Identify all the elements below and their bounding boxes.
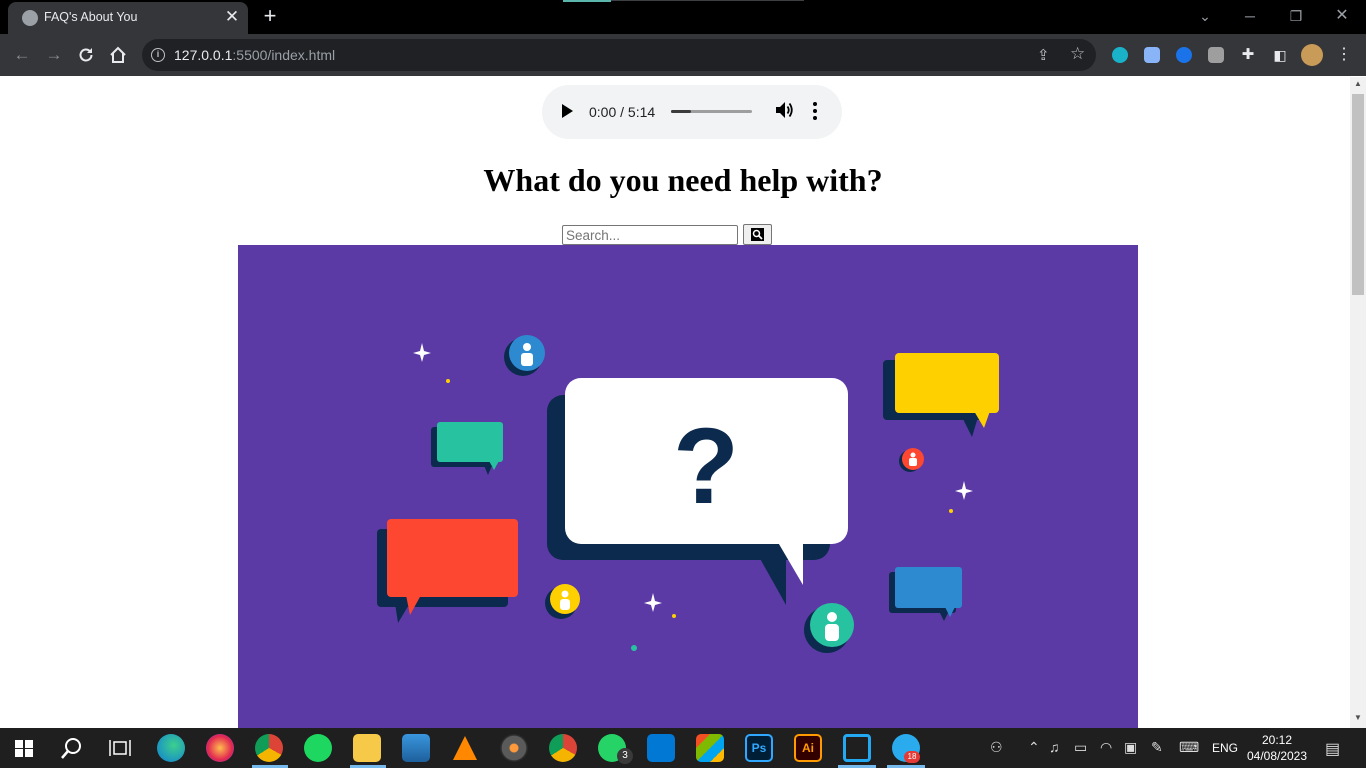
minimize-icon[interactable]: ─ [1238,4,1262,28]
windows-taskbar: 3 Ps Ai 18 ⚇ ⌃ ♫ ▭ ◠ ▣ ✎ ⌨ ENG 20:12 04/… [0,728,1366,768]
vlc-icon[interactable] [453,736,477,760]
bookmark-star-icon[interactable]: ☆ [1070,44,1085,64]
spotify-icon[interactable] [304,734,332,762]
scrollbar-thumb[interactable] [1352,94,1364,295]
audio-progress-fill [671,110,692,113]
show-hidden-icons-chevron-icon[interactable]: ⌃ [1028,739,1040,756]
search-icon [751,228,764,241]
red-speech-bubble [377,519,518,623]
globe-icon [22,10,38,26]
reload-icon[interactable] [73,42,99,68]
photos-icon[interactable] [402,734,430,762]
tab-loading-indicator [563,0,611,2]
battery-icon[interactable]: ▭ [1074,739,1087,756]
address-bar[interactable]: i 127.0.0.1:5500/index.html ⇪ ☆ [142,39,1096,71]
search-button[interactable] [743,224,772,245]
browser-toolbar: ← → i 127.0.0.1:5500/index.html ⇪ ☆ ✚ ◧ … [0,34,1366,76]
url-host: 127.0.0.1 [174,47,233,63]
device-icon[interactable]: ▣ [1124,739,1137,756]
windows-start-icon[interactable] [15,740,33,757]
audio-player[interactable]: 0:00 / 5:14 [542,85,842,139]
forward-icon[interactable]: → [41,42,67,68]
blue-speech-bubble [889,567,962,621]
teal-avatar-icon [804,603,854,653]
whatsapp-badge: 3 [617,748,633,764]
tab-strip-line [611,0,804,1]
clock-date: 04/08/2023 [1246,749,1308,763]
audio-progress-bar[interactable] [671,110,752,113]
browser-tab-strip: FAQ's About You ✕ + ⌄ ─ ❐ ✕ [0,0,1366,34]
close-window-icon[interactable]: ✕ [1330,4,1354,28]
menu-kebab-icon[interactable]: ⋮ [1331,42,1357,68]
extensions-puzzle-icon[interactable]: ✚ [1235,42,1261,68]
search-taskbar-icon[interactable] [60,736,84,760]
mail-icon[interactable] [647,734,675,762]
keyboard-icon[interactable]: ⌨ [1179,739,1199,756]
new-tab-button[interactable]: + [258,5,282,29]
telegram-badge: 18 [904,751,920,763]
store-icon[interactable] [696,734,724,762]
page-viewport: 0:00 / 5:14 What do you need help with? [0,77,1350,728]
faq-hero-image: ? [238,245,1138,728]
extension-puzzle-blue-icon[interactable] [1144,47,1160,63]
pen-icon[interactable]: ✎ [1151,739,1163,756]
yellow-speech-bubble [883,353,999,437]
back-icon[interactable]: ← [9,42,35,68]
edge-icon[interactable] [157,734,185,762]
file-explorer-icon[interactable] [353,734,381,762]
yellow-avatar-icon [545,584,580,619]
media-player-icon[interactable] [500,734,528,762]
wifi-icon[interactable]: ◠ [1100,739,1112,756]
input-language[interactable]: ENG [1212,741,1238,755]
extension-m-icon[interactable] [1112,47,1128,63]
clock-time: 20:12 [1261,733,1293,747]
chrome-icon[interactable] [255,734,283,762]
tab-title: FAQ's About You [44,10,138,24]
notifications-icon[interactable]: ▤ [1325,739,1340,759]
tab-close-icon[interactable]: ✕ [222,7,242,27]
extension-grey-icon[interactable] [1208,47,1224,63]
site-info-icon[interactable]: i [151,48,165,62]
search-input[interactable] [562,225,738,245]
speaker-icon[interactable]: ♫ [1049,739,1060,755]
extension-shield-icon[interactable] [1176,47,1192,63]
audio-time: 0:00 / 5:14 [589,104,656,120]
people-icon[interactable]: ⚇ [990,739,1003,756]
page-heading: What do you need help with? [483,162,883,198]
tab-search-icon[interactable]: ⌄ [1193,4,1217,28]
scroll-up-arrow-icon[interactable]: ▲ [1351,79,1365,89]
illustrator-icon[interactable]: Ai [794,734,822,762]
central-question-bubble: ? [547,378,848,605]
faq-illustration: ? [377,335,999,653]
play-icon[interactable] [562,104,573,118]
volume-icon[interactable] [775,100,793,120]
profile-avatar[interactable] [1301,44,1323,66]
home-icon[interactable] [105,42,131,68]
side-panel-icon[interactable]: ◧ [1267,42,1293,68]
photoshop-icon[interactable]: Ps [745,734,773,762]
scroll-down-arrow-icon[interactable]: ▼ [1351,713,1365,723]
url-text: 127.0.0.1:5500/index.html [174,47,335,63]
question-mark: ? [673,405,739,526]
teal-speech-bubble [431,422,503,475]
task-view-icon[interactable] [109,738,131,758]
system-clock[interactable]: 20:12 04/08/2023 [1240,732,1314,764]
red-avatar-icon [899,448,924,472]
url-path: :5500/index.html [232,47,336,63]
firefox-icon[interactable] [206,734,234,762]
more-options-icon[interactable] [813,102,817,120]
blue-avatar-icon [504,335,545,376]
vscode-icon[interactable] [843,734,871,762]
chrome-profile-icon[interactable] [549,734,577,762]
browser-tab[interactable]: FAQ's About You ✕ [8,2,248,34]
restore-icon[interactable]: ❐ [1284,4,1308,28]
share-icon[interactable]: ⇪ [1037,46,1050,64]
